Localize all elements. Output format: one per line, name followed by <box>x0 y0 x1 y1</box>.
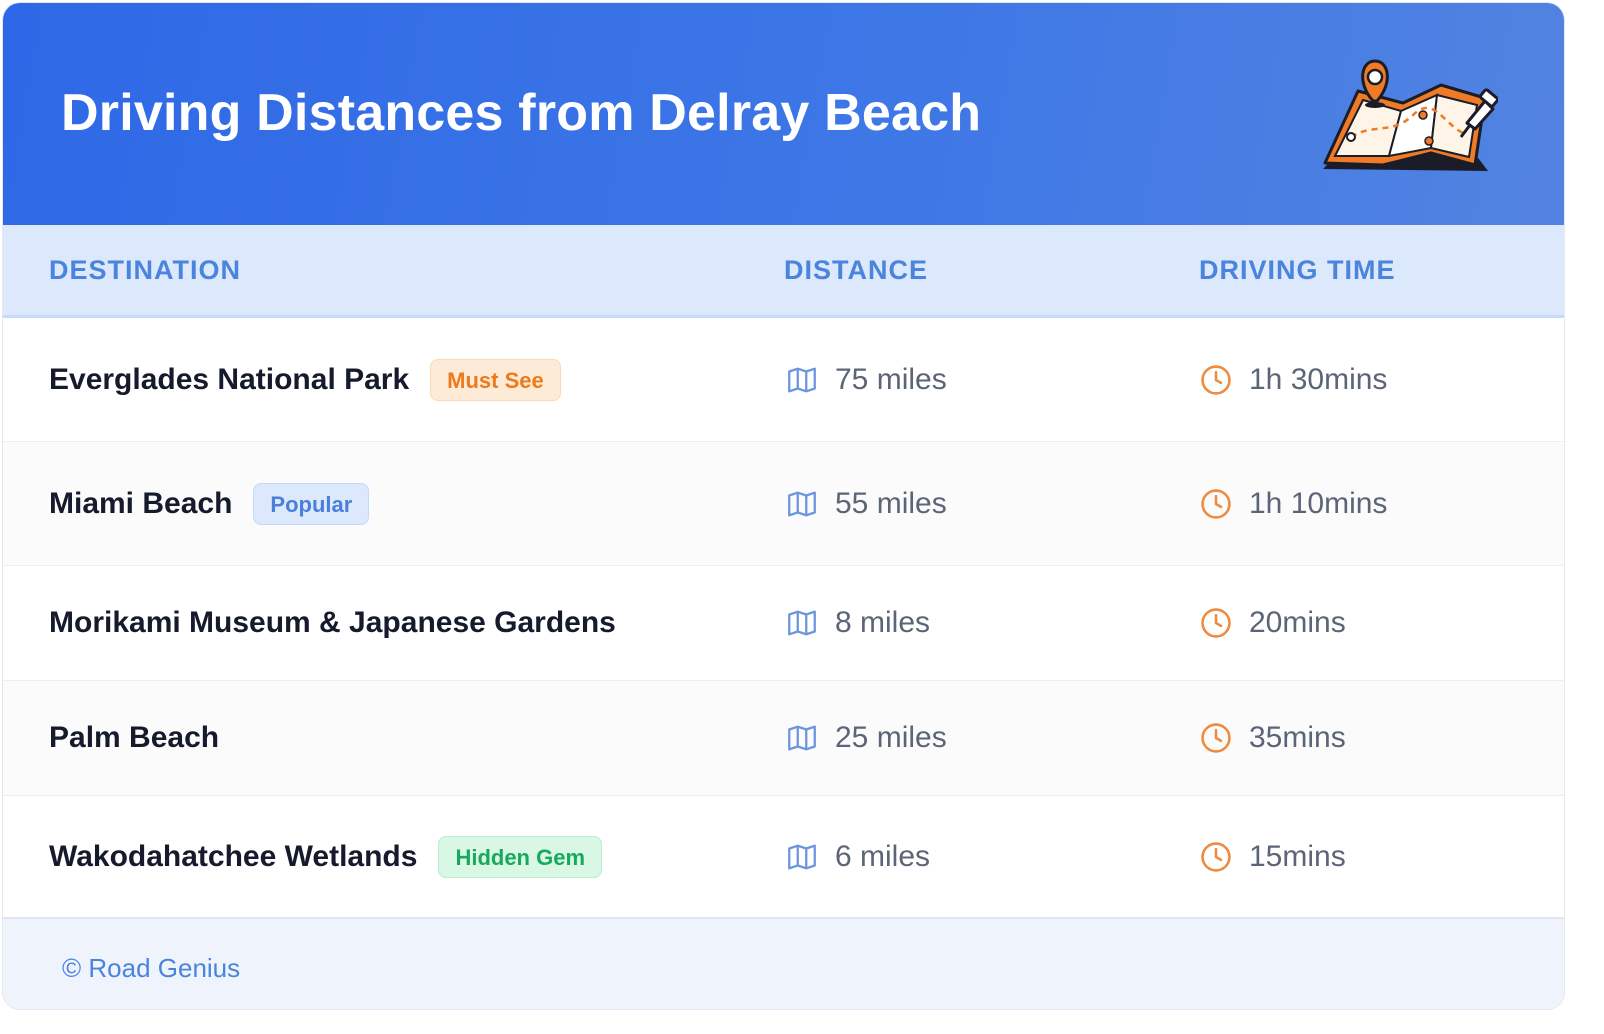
column-header-distance[interactable]: DISTANCE <box>784 255 928 286</box>
page-title: Driving Distances from Delray Beach <box>61 84 982 142</box>
driving-time-cell: 20mins <box>1199 606 1346 640</box>
table-row: Everglades National Park Must See 75 mil… <box>3 318 1564 442</box>
distance-cell: 8 miles <box>785 606 930 640</box>
map-icon <box>788 367 816 392</box>
destination-name: Miami Beach <box>49 486 233 520</box>
clock-icon <box>1201 364 1231 395</box>
table-row: Miami Beach Popular 55 miles 1h 10mins <box>3 442 1564 566</box>
distance-value: 25 miles <box>835 721 947 754</box>
map-icon <box>788 844 816 869</box>
clock-icon <box>1201 608 1231 638</box>
card-footer: © Road Genius <box>3 917 1564 1009</box>
must-see-badge: Must See <box>430 358 561 401</box>
map-with-pin-icon <box>1323 59 1498 171</box>
driving-time-value: 1h 10mins <box>1249 486 1388 520</box>
clock-icon <box>1201 841 1231 872</box>
table-row: Wakodahatchee Wetlands Hidden Gem 6 mile… <box>3 796 1564 917</box>
destination-cell: Wakodahatchee Wetlands Hidden Gem <box>49 835 603 878</box>
distance-card: Driving Distances from Delray Beach DEST… <box>2 2 1565 1010</box>
destination-cell: Miami Beach Popular <box>49 482 370 525</box>
distance-cell: 6 miles <box>785 840 930 874</box>
driving-time-value: 35mins <box>1249 721 1346 754</box>
column-header-destination[interactable]: DESTINATION <box>49 255 241 286</box>
map-icon <box>788 491 816 516</box>
destination-name: Palm Beach <box>49 721 220 754</box>
distance-value: 75 miles <box>835 362 947 396</box>
destination-cell: Morikami Museum & Japanese Gardens <box>49 606 616 640</box>
driving-time-cell: 1h 10mins <box>1199 487 1387 521</box>
distance-cell: 75 miles <box>785 363 947 397</box>
clock-icon <box>1201 723 1231 753</box>
driving-time-cell: 1h 30mins <box>1199 363 1387 397</box>
distance-value: 6 miles <box>835 839 931 873</box>
destination-name: Morikami Museum & Japanese Gardens <box>49 606 616 639</box>
table-header: DESTINATION DISTANCE DRIVING TIME <box>3 225 1564 318</box>
distance-value: 8 miles <box>835 606 931 639</box>
map-icon <box>788 725 816 751</box>
distance-value: 55 miles <box>835 486 947 520</box>
driving-time-cell: 35mins <box>1199 721 1346 755</box>
destination-name: Wakodahatchee Wetlands <box>49 839 418 873</box>
distance-cell: 55 miles <box>785 487 947 521</box>
driving-time-cell: 15mins <box>1199 840 1346 874</box>
column-header-driving-time[interactable]: DRIVING TIME <box>1199 255 1396 286</box>
driving-time-value: 15mins <box>1249 839 1346 873</box>
distance-cell: 25 miles <box>785 721 947 755</box>
popular-badge: Popular <box>253 482 370 525</box>
map-icon <box>788 610 816 636</box>
card-header: Driving Distances from Delray Beach <box>3 3 1564 225</box>
table-row: Palm Beach 25 miles 35mins <box>3 681 1564 796</box>
driving-time-value: 1h 30mins <box>1249 362 1388 396</box>
table-row: Morikami Museum & Japanese Gardens 8 mil… <box>3 566 1564 681</box>
clock-icon <box>1201 488 1231 519</box>
copyright-link[interactable]: © Road Genius <box>62 953 240 984</box>
destination-name: Everglades National Park <box>49 362 410 396</box>
destination-cell: Everglades National Park Must See <box>49 358 561 401</box>
destination-cell: Palm Beach <box>49 721 219 755</box>
hidden-gem-badge: Hidden Gem <box>438 835 603 878</box>
driving-time-value: 20mins <box>1249 606 1346 639</box>
